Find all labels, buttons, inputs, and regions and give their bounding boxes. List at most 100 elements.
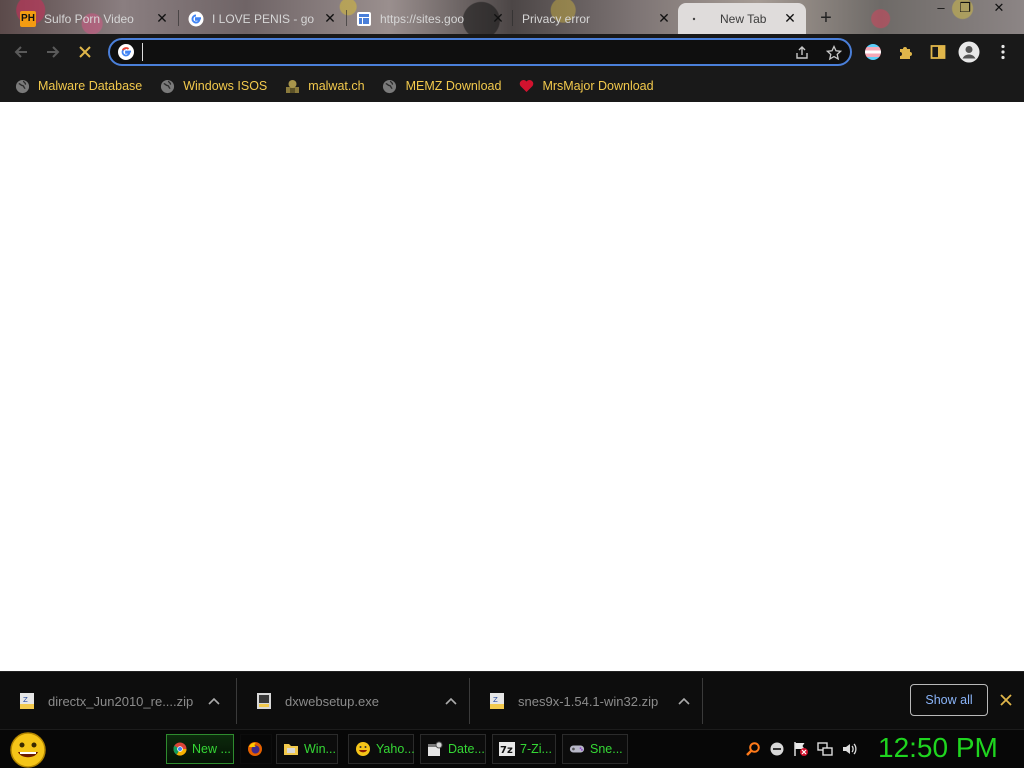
bookmark-label: MEMZ Download (405, 79, 502, 93)
tab-separator (178, 10, 179, 26)
zip-file-icon: Z (488, 692, 506, 710)
download-filename: snes9x-1.54.1-win32.zip (518, 693, 659, 709)
kebab-menu-icon[interactable] (992, 41, 1014, 63)
taskbar-item-windows-explorer[interactable]: Win... (276, 734, 338, 764)
sites-icon (356, 11, 372, 27)
chevron-up-icon[interactable] (441, 691, 461, 711)
tab-5-active[interactable]: New Tab ✕ (678, 3, 806, 34)
folder-icon (283, 741, 299, 757)
taskbar-label: Win... (304, 742, 336, 756)
bookmark-windows-isos[interactable]: Windows ISOS (159, 74, 267, 98)
bookmark-label: malwat.ch (308, 79, 365, 93)
bookmark-label: MrsMajor Download (542, 79, 654, 93)
zip-file-icon: Z (18, 692, 36, 710)
smiley-start-icon (10, 732, 46, 768)
arrow-right-icon (47, 46, 60, 58)
heart-icon (518, 78, 534, 94)
bookmark-mrsmajor-download[interactable]: MrsMajor Download (518, 74, 654, 98)
taskbar-clock[interactable]: 12:50 PM (878, 732, 998, 764)
close-window-button[interactable]: ✕ (984, 0, 1014, 18)
taskbar-label: 7-Zi... (520, 742, 552, 756)
google-icon (188, 11, 204, 27)
exe-file-icon (255, 692, 273, 710)
chevron-up-icon[interactable] (204, 691, 224, 711)
new-tab-button[interactable]: + (815, 8, 837, 30)
tab-title: I LOVE PENIS - go (212, 11, 315, 26)
tab-1[interactable]: PH Sulfo Porn Video ✕ (12, 3, 178, 34)
taskbar: New ... Win... Yaho... Date... 7z 7-Zi..… (0, 729, 1024, 768)
show-all-downloads-button[interactable]: Show all (910, 684, 988, 716)
taskbar-label: New ... (192, 742, 231, 756)
omnibox-input[interactable] (142, 43, 782, 61)
arrow-left-icon (14, 46, 27, 58)
malwatch-icon (284, 78, 300, 94)
firefox-icon (247, 741, 263, 757)
download-item[interactable]: Z snes9x-1.54.1-win32.zip (470, 678, 703, 724)
side-panel-icon[interactable] (927, 41, 949, 63)
download-item[interactable]: dxwebsetup.exe (237, 678, 470, 724)
close-tab-icon[interactable]: ✕ (782, 10, 798, 27)
close-tab-icon[interactable]: ✕ (154, 10, 170, 27)
download-filename: directx_Jun2010_re....zip (48, 693, 194, 709)
taskbar-item-chrome[interactable]: New ... (166, 734, 234, 764)
close-shelf-icon[interactable] (996, 690, 1016, 710)
x-stop-icon (79, 46, 91, 58)
pornhub-favicon-icon: PH (20, 10, 36, 27)
taskbar-item-7zip[interactable]: 7z 7-Zi... (492, 734, 556, 764)
puzzle-extensions-icon[interactable] (895, 41, 917, 63)
stop-button[interactable] (72, 39, 98, 65)
download-item[interactable]: Z directx_Jun2010_re....zip (0, 678, 237, 724)
globe-icon (382, 78, 398, 94)
taskbar-label: Sne... (590, 742, 623, 756)
pride-flag-extension-icon[interactable] (862, 41, 884, 63)
bookmark-malwatch[interactable]: malwat.ch (284, 74, 365, 98)
tab-title: New Tab (720, 11, 767, 26)
tray-status-icon[interactable] (768, 740, 786, 758)
tab-separator (512, 10, 513, 26)
forward-button[interactable] (40, 39, 66, 65)
bookmark-memz-download[interactable]: MEMZ Download (382, 74, 502, 98)
volume-icon[interactable] (840, 740, 858, 758)
bookmark-label: Windows ISOS (183, 79, 268, 93)
tab-2[interactable]: I LOVE PENIS - go ✕ (180, 3, 346, 34)
yahoo-smiley-icon (355, 741, 371, 757)
address-bar[interactable] (108, 38, 852, 66)
bookmarks-bar: Malware Database Windows ISOS malwat.ch … (0, 70, 1024, 102)
bookmark-malware-database[interactable]: Malware Database (14, 74, 142, 98)
action-center-flag-icon[interactable] (792, 740, 810, 758)
close-tab-icon[interactable]: ✕ (490, 10, 506, 27)
tab-3[interactable]: https://sites.goo ✕ (348, 3, 514, 34)
tab-title: Sulfo Porn Video (44, 11, 134, 26)
start-button[interactable] (8, 731, 48, 769)
svg-text:7z: 7z (500, 745, 513, 756)
taskbar-item-date[interactable]: Date... (420, 734, 486, 764)
network-icon[interactable] (816, 740, 834, 758)
tab-4[interactable]: Privacy error ✕ (514, 3, 680, 34)
bookmark-star-icon[interactable] (824, 43, 844, 63)
page-content[interactable] (0, 102, 1024, 671)
tab-strip: PH Sulfo Porn Video ✕ I LOVE PENIS - go … (0, 0, 1024, 34)
close-tab-icon[interactable]: ✕ (656, 10, 672, 27)
globe-icon (159, 78, 175, 94)
close-tab-icon[interactable]: ✕ (322, 10, 338, 27)
share-icon[interactable] (792, 43, 812, 63)
7zip-icon: 7z (499, 741, 515, 757)
tab-separator (346, 10, 347, 26)
google-icon (118, 44, 134, 60)
chevron-up-icon[interactable] (674, 691, 694, 711)
loading-spinner-icon (686, 11, 702, 27)
bookmark-label: Malware Database (38, 79, 143, 93)
search-magnifier-icon[interactable] (744, 740, 762, 758)
taskbar-label: Yaho... (376, 742, 415, 756)
profile-avatar-icon[interactable] (958, 41, 980, 63)
globe-icon (14, 78, 30, 94)
download-filename: dxwebsetup.exe (285, 693, 379, 709)
taskbar-label: Date... (448, 742, 485, 756)
taskbar-item-snes9x[interactable]: Sne... (562, 734, 628, 764)
taskbar-item-firefox[interactable] (240, 734, 272, 764)
svg-text:Z: Z (493, 696, 498, 704)
taskbar-item-yahoo[interactable]: Yaho... (348, 734, 415, 764)
back-button[interactable] (8, 39, 34, 65)
date-icon (427, 741, 443, 757)
maximize-button[interactable]: ❐ (950, 0, 980, 18)
